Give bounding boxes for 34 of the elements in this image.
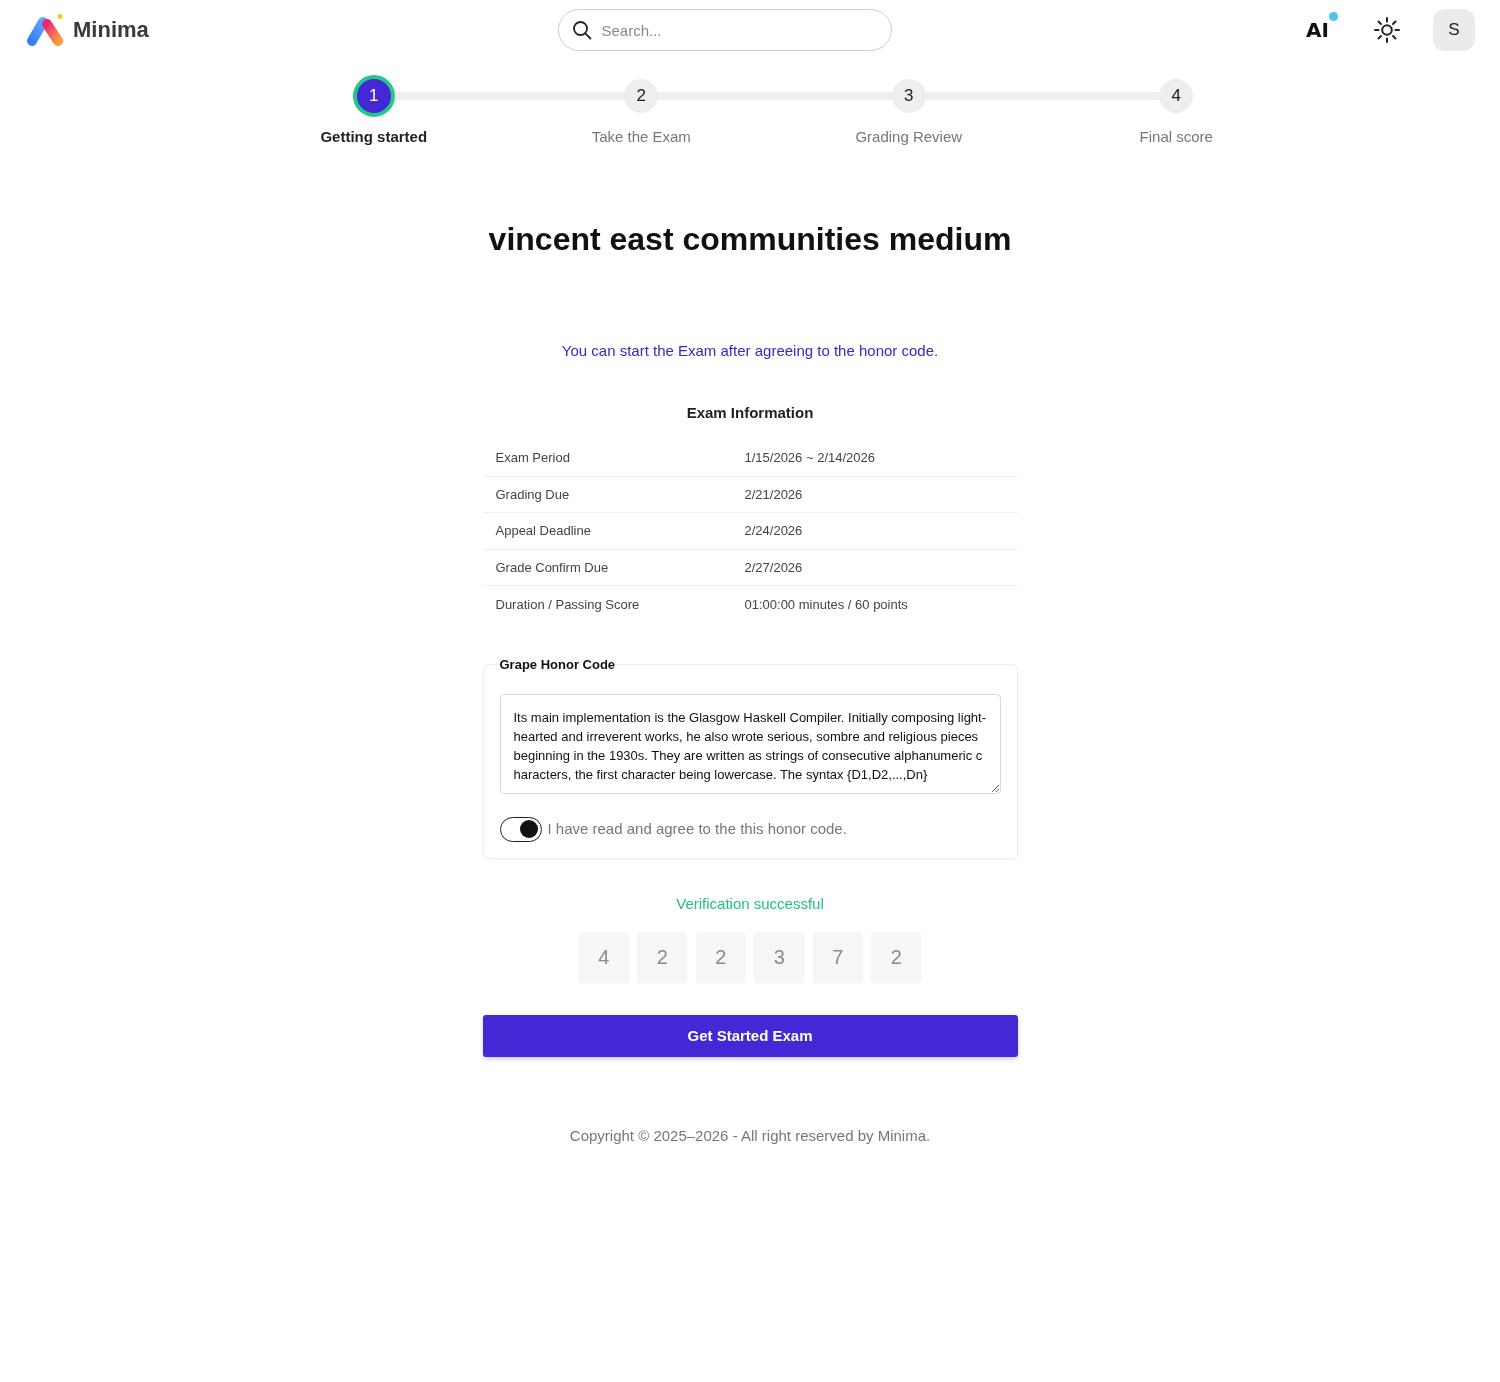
honor-code-legend: Grape Honor Code: [499, 655, 616, 673]
step-number[interactable]: 1: [352, 75, 395, 117]
start-exam-button[interactable]: Get Started Exam: [482, 1014, 1018, 1057]
sun-icon[interactable]: [1374, 17, 1400, 43]
info-value: 2/21/2026: [744, 485, 804, 504]
step-label: Final score: [1139, 127, 1213, 147]
honor-code-textarea[interactable]: Its main implementation is the Glasgow Haskell Compiler. Initially composing light-hearted and irreverent works, he also wrote serious, sombre and religious pieces beginning in the 1930s. They are written as strings of consecutive alphanumeric characters, the first character being lowercase. The syntax {D1,D2,...,Dn}: [499, 693, 1001, 794]
ai-button[interactable]: AI: [1306, 12, 1338, 42]
info-value: 2/27/2026: [744, 558, 804, 577]
user-avatar[interactable]: S: [1433, 9, 1475, 51]
step-label: Take the Exam: [591, 127, 691, 147]
exam-title: vincent east communities medium: [487, 220, 1013, 258]
step-number[interactable]: 2: [624, 79, 659, 113]
step-number[interactable]: 3: [891, 79, 926, 113]
step-number[interactable]: 4: [1159, 79, 1194, 113]
info-label: Grading Due: [494, 485, 571, 504]
notice-text: You can start the Exam after agreeing to the honor code.: [560, 341, 940, 361]
toggle-switch[interactable]: [499, 816, 542, 842]
search-field[interactable]: Search...: [557, 9, 892, 51]
agreement-label: I have read and agree to the this honor code.: [547, 819, 847, 840]
search-icon: [571, 20, 592, 40]
info-label: Exam Period: [494, 449, 571, 468]
section-heading: Exam Information: [685, 403, 815, 423]
info-value: 01:00:00 minutes / 60 points: [744, 595, 909, 614]
verification-message: Verification successful: [675, 893, 825, 914]
info-value: 1/15/2026 ~ 2/14/2026: [744, 449, 876, 468]
info-label: Grade Confirm Due: [494, 558, 610, 577]
info-label: Appeal Deadline: [494, 522, 592, 541]
info-value: 2/24/2026: [744, 522, 804, 541]
info-label: Duration / Passing Score: [494, 595, 641, 614]
step-label: Grading Review: [855, 127, 963, 147]
step-label: Getting started: [320, 127, 428, 147]
copyright-text: Copyright © 2025–2026 - All right reserved by Minima.: [568, 1125, 932, 1146]
logo-wordmark: Minima: [73, 17, 149, 43]
